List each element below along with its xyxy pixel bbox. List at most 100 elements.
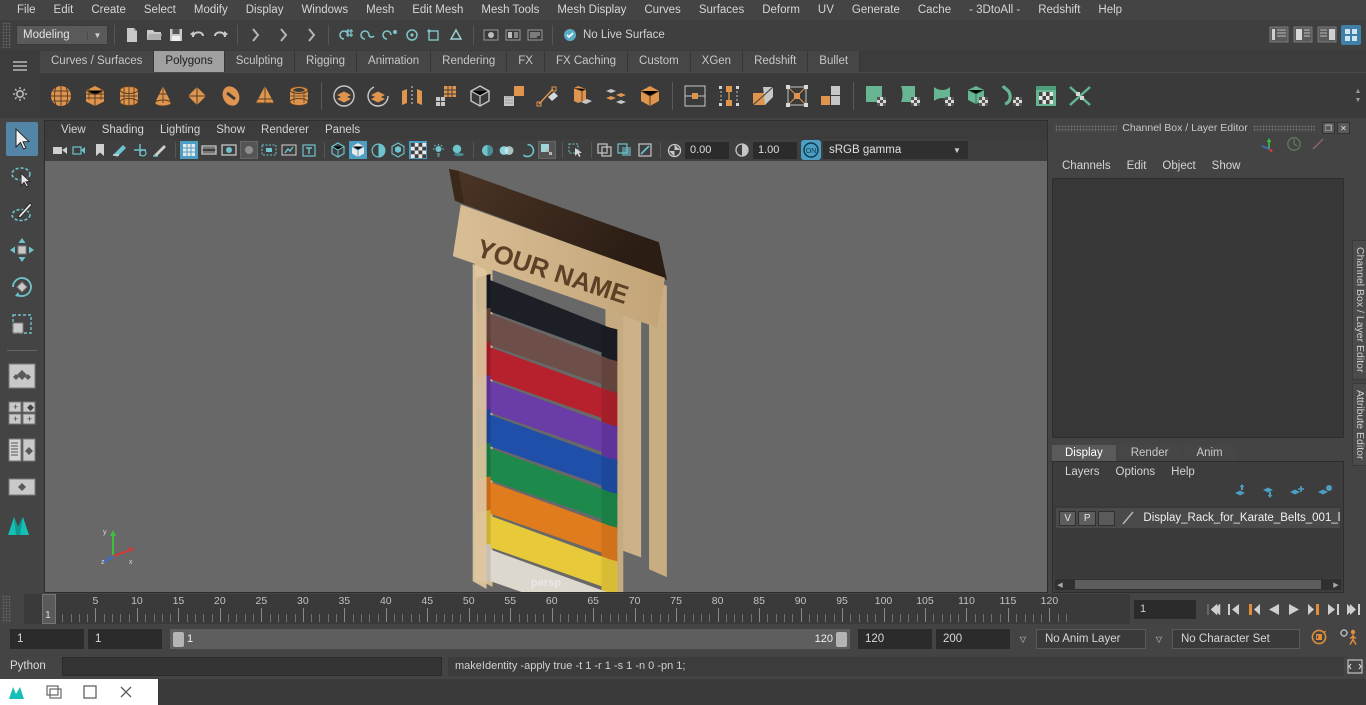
- restore-icon[interactable]: ❐: [1322, 122, 1335, 134]
- playback-start-time-field[interactable]: 1: [88, 629, 162, 649]
- shelf-item-mirror[interactable]: [395, 77, 429, 115]
- menu-item-display[interactable]: Display: [237, 0, 293, 20]
- animation-start-time-field[interactable]: 1: [10, 629, 84, 649]
- channel-box-menu-edit[interactable]: Edit: [1119, 160, 1155, 172]
- layer-editor-menu-help[interactable]: Help: [1163, 466, 1203, 478]
- multisample-icon[interactable]: [518, 141, 536, 159]
- select-camera-icon[interactable]: [51, 141, 69, 159]
- minimize-icon[interactable]: [72, 679, 108, 705]
- perspective-viewport[interactable]: YOUR NAME persp x y z: [45, 161, 1047, 592]
- layout-single-perspective-button[interactable]: [6, 359, 38, 393]
- shelf-item-booleans[interactable]: [633, 77, 667, 115]
- maya-taskbar-icon[interactable]: [0, 679, 36, 705]
- layer-playback-toggle[interactable]: P: [1078, 510, 1096, 526]
- shelf-tab-animation[interactable]: Animation: [357, 51, 432, 72]
- window-icon[interactable]: [36, 679, 72, 705]
- shelf-item-combine[interactable]: [327, 77, 361, 115]
- menu-item-surfaces[interactable]: Surfaces: [690, 0, 753, 20]
- shelf-item-smooth[interactable]: [429, 77, 463, 115]
- grease-pencil-icon[interactable]: [151, 141, 169, 159]
- menu-item-windows[interactable]: Windows: [292, 0, 357, 20]
- range-handle-right[interactable]: [836, 631, 847, 647]
- layer-list-horizontal-scrollbar[interactable]: ◀ ▶: [1055, 579, 1341, 590]
- menu-item-mesh-tools[interactable]: Mesh Tools: [472, 0, 548, 20]
- menu-item-mesh-display[interactable]: Mesh Display: [548, 0, 635, 20]
- go-to-end-icon[interactable]: [1345, 600, 1362, 619]
- layer-editor-tab-render[interactable]: Render: [1117, 445, 1182, 461]
- move-layer-up-icon[interactable]: [1233, 483, 1249, 503]
- shelf-item-uv-editor[interactable]: [1029, 77, 1063, 115]
- scroll-up-icon[interactable]: ▲: [1355, 87, 1362, 96]
- layer-editor-menu-options[interactable]: Options: [1108, 466, 1164, 478]
- channel-box-toggle-icon[interactable]: [1316, 24, 1338, 46]
- render-settings-icon[interactable]: [524, 24, 546, 46]
- redo-icon[interactable]: [209, 24, 231, 46]
- shelf-item-crease[interactable]: [678, 77, 712, 115]
- snap-to-grid-icon[interactable]: [335, 24, 357, 46]
- play-forwards-icon[interactable]: [1285, 600, 1302, 619]
- animation-preferences-icon[interactable]: [1338, 628, 1360, 651]
- layout-hypergraph-persp-button[interactable]: [6, 470, 38, 504]
- shelf-item-bevel[interactable]: [463, 77, 497, 115]
- color-management-toggle-icon[interactable]: ON: [801, 140, 821, 160]
- xray-icon[interactable]: [596, 141, 614, 159]
- shelf-item-target-weld[interactable]: [712, 77, 746, 115]
- new-layer-icon[interactable]: [1289, 484, 1305, 503]
- shelf-tab-sculpting[interactable]: Sculpting: [224, 51, 296, 72]
- menu-item-curves[interactable]: Curves: [635, 0, 689, 20]
- move-tool-button[interactable]: [6, 233, 38, 267]
- snap-to-projected-center-icon[interactable]: [401, 24, 423, 46]
- shelf-item-uv-cut[interactable]: [1063, 77, 1097, 115]
- save-scene-icon[interactable]: [165, 24, 187, 46]
- step-back-frame-icon[interactable]: [1245, 600, 1262, 619]
- image-plane-icon[interactable]: [111, 141, 129, 159]
- shelf-item-uv-cylindrical-map[interactable]: [893, 77, 927, 115]
- play-backwards-icon[interactable]: [1265, 600, 1282, 619]
- isolate-select-icon[interactable]: [567, 141, 585, 159]
- playback-end-time-field[interactable]: 120: [858, 629, 932, 649]
- wireframe-icon[interactable]: [329, 141, 347, 159]
- panel-grip-left[interactable]: [1055, 124, 1118, 132]
- layer-editor-menu-layers[interactable]: Layers: [1057, 466, 1108, 478]
- menu-item-3dtoall[interactable]: - 3DtoAll -: [960, 0, 1029, 20]
- scroll-left-icon[interactable]: ◀: [1055, 581, 1065, 589]
- scroll-down-icon[interactable]: ▼: [1355, 96, 1362, 105]
- snap-to-view-plane-icon[interactable]: [423, 24, 445, 46]
- hierarchy-select-icon[interactable]: [244, 24, 266, 46]
- manip-axis-icon[interactable]: [1260, 136, 1278, 157]
- menu-item-generate[interactable]: Generate: [843, 0, 909, 20]
- range-slider[interactable]: 1 120: [170, 629, 850, 649]
- gamma-icon[interactable]: [733, 141, 751, 159]
- shelf-item-poly-cylinder[interactable]: [112, 77, 146, 115]
- channel-slider-icon[interactable]: [1310, 136, 1326, 157]
- shelf-tab-custom[interactable]: Custom: [628, 51, 691, 72]
- viewport-menu-lighting[interactable]: Lighting: [152, 124, 208, 136]
- 2d-pan-zoom-icon[interactable]: [131, 141, 149, 159]
- shelf-scroll-arrows[interactable]: ▲ ▼: [1350, 73, 1366, 118]
- channel-box-menu-object[interactable]: Object: [1154, 160, 1203, 172]
- exposure-icon[interactable]: [665, 141, 683, 159]
- time-slider[interactable]: 1 5 10 15 20 25 30 35 40 45 50 55 60 65 70 75 80 85 90 95 1…: [24, 594, 1130, 624]
- gamma-value-field[interactable]: 1.00: [753, 141, 797, 159]
- shelf-item-merge[interactable]: [599, 77, 633, 115]
- shelf-item-separate[interactable]: [361, 77, 395, 115]
- layout-four-view-button[interactable]: + ◆ + +: [6, 396, 38, 430]
- shelf-tab-xgen[interactable]: XGen: [690, 51, 744, 72]
- viewport-menu-shading[interactable]: Shading: [94, 124, 152, 136]
- layer-shading-toggle[interactable]: [1097, 510, 1116, 526]
- undo-icon[interactable]: [187, 24, 209, 46]
- bookmark-icon[interactable]: [91, 141, 109, 159]
- shelf-item-bridge[interactable]: [814, 77, 848, 115]
- step-forward-keyframe-icon[interactable]: [1325, 600, 1342, 619]
- gate-mask-icon[interactable]: [240, 141, 258, 159]
- menu-item-deform[interactable]: Deform: [753, 0, 809, 20]
- make-live-icon[interactable]: [445, 24, 467, 46]
- character-set-dropdown-arrow-icon[interactable]: ▽: [1150, 635, 1168, 644]
- range-handle-left[interactable]: [173, 631, 184, 647]
- shelf-item-uv-spherical-map[interactable]: [927, 77, 961, 115]
- shelf-tab-fx-caching[interactable]: FX Caching: [544, 51, 629, 72]
- anim-layer-selector[interactable]: No Anim Layer: [1036, 629, 1146, 649]
- time-slider-grip[interactable]: [2, 595, 11, 623]
- status-line-grip[interactable]: [2, 22, 11, 48]
- auto-key-icon[interactable]: [1310, 628, 1330, 651]
